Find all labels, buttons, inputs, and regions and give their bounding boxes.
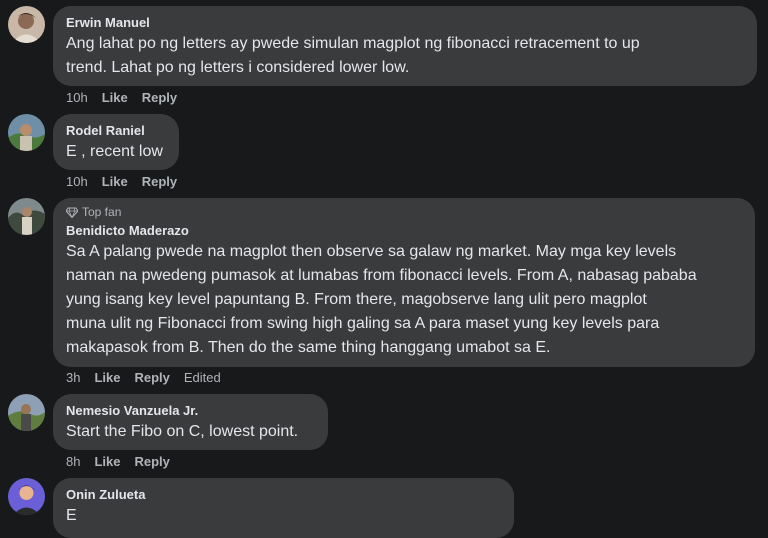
comment-actions: 8h Like Reply [66,454,184,470]
avatar[interactable] [8,478,45,515]
top-fan-badge: Top fan [66,204,743,220]
avatar[interactable] [8,198,45,235]
reply-button[interactable]: Reply [134,454,169,470]
comment-timestamp[interactable]: 10h [66,174,88,190]
like-button[interactable]: Like [94,454,120,470]
comment-text: Start the Fibo on C, lowest point. [66,423,299,440]
reply-button[interactable]: Reply [142,90,177,106]
comment-timestamp[interactable]: 8h [66,454,80,470]
comment-actions: 3h Like Reply Edited [66,370,235,386]
diamond-icon [66,207,78,218]
comment-author[interactable]: Erwin Manuel [66,14,745,32]
comment-bubble: Nemesio Vanzuela Jr. Start the Fibo on C… [53,394,328,450]
comment-author[interactable]: Rodel Raniel [66,122,167,140]
comment-actions: 10h Like Reply [66,90,191,106]
reply-button[interactable]: Reply [134,370,169,386]
avatar[interactable] [8,6,45,43]
comment-text: E , recent low [66,143,163,160]
comment-text: Sa A palang pwede na magplot then observ… [66,243,697,356]
comment-actions: 10h Like Reply [66,174,191,190]
edited-label[interactable]: Edited [184,370,221,386]
comment-bubble: Erwin Manuel Ang lahat po ng letters ay … [53,6,757,86]
avatar[interactable] [8,114,45,151]
badge-label: Top fan [82,205,122,219]
like-button[interactable]: Like [102,174,128,190]
comment-bubble: Top fan Benidicto Maderazo Sa A palang p… [53,198,755,367]
comment-text: Ang lahat po ng letters ay pwede simulan… [66,35,640,76]
comment-bubble: Onin Zulueta E [53,478,514,538]
comment-bubble: Rodel Raniel E , recent low [53,114,179,170]
comment-timestamp[interactable]: 3h [66,370,80,386]
comment-author[interactable]: Onin Zulueta [66,486,502,504]
comment-author[interactable]: Nemesio Vanzuela Jr. [66,402,316,420]
comment-author[interactable]: Benidicto Maderazo [66,222,743,240]
comment-text: E [66,507,77,524]
reply-button[interactable]: Reply [142,174,177,190]
comment-timestamp[interactable]: 10h [66,90,88,106]
like-button[interactable]: Like [102,90,128,106]
like-button[interactable]: Like [94,370,120,386]
avatar[interactable] [8,394,45,431]
